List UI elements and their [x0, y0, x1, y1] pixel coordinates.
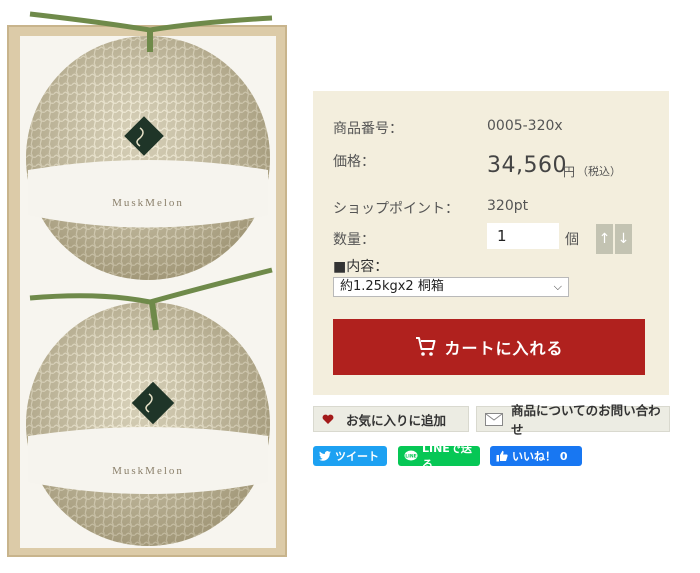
product-info-panel: 商品番号： 0005-320x 価格： 34,560 円 （税込） ショップポイ…	[313, 91, 669, 395]
price-unit: 円	[563, 165, 576, 179]
contents-select[interactable]: 約1.25kgx2 桐箱 ⌵	[333, 277, 569, 297]
product-image: MuskMelon MuskMelon	[7, 11, 287, 557]
add-to-cart-label: カートに入れる	[444, 339, 564, 358]
label-text-top: MuskMelon	[112, 197, 184, 209]
svg-text:LINE: LINE	[405, 454, 416, 460]
cart-icon	[416, 337, 436, 356]
contents-selected-value: 約1.25kgx2 桐箱	[340, 279, 444, 294]
points-label: ショップポイント：	[333, 201, 459, 217]
quantity-up-button[interactable]: ↑	[596, 224, 613, 254]
product-inquiry-label: 商品についてのお問い合わせ	[511, 403, 661, 437]
add-to-favorites-button[interactable]: お気に入りに追加	[313, 406, 469, 432]
price-label: 価格：	[333, 154, 375, 170]
quantity-down-button[interactable]: ↓	[615, 224, 632, 254]
twitter-bird-icon	[319, 451, 331, 461]
tweet-label: ツイート	[335, 450, 379, 463]
product-code-label: 商品番号：	[333, 121, 403, 137]
heart-icon	[322, 414, 334, 425]
envelope-icon	[485, 412, 503, 426]
chevron-down-icon: ⌵	[553, 280, 562, 293]
points-value: 320pt	[487, 198, 529, 214]
quantity-input[interactable]	[487, 223, 559, 249]
thumbs-up-icon	[496, 450, 508, 462]
facebook-like-label: いいね！ 0	[512, 450, 568, 463]
price-tax: （税込）	[577, 165, 621, 178]
add-to-favorites-label: お気に入りに追加	[346, 412, 447, 428]
line-share-button[interactable]: LINE LINEで送る	[398, 442, 480, 471]
contents-label: ■内容：	[333, 259, 389, 275]
tweet-button[interactable]: ツイート	[313, 446, 387, 466]
label-text-bottom: MuskMelon	[112, 465, 184, 477]
quantity-label: 数量：	[333, 232, 375, 248]
price-value: 34,560	[487, 153, 567, 178]
line-share-label: LINEで送る	[422, 442, 472, 471]
facebook-like-button[interactable]: いいね！ 0	[490, 446, 582, 466]
product-code-value: 0005-320x	[487, 118, 563, 134]
add-to-cart-button[interactable]: カートに入れる	[333, 319, 645, 375]
quantity-unit: 個	[565, 232, 579, 248]
product-inquiry-button[interactable]: 商品についてのお問い合わせ	[476, 403, 670, 437]
line-icon: LINE	[404, 450, 418, 462]
